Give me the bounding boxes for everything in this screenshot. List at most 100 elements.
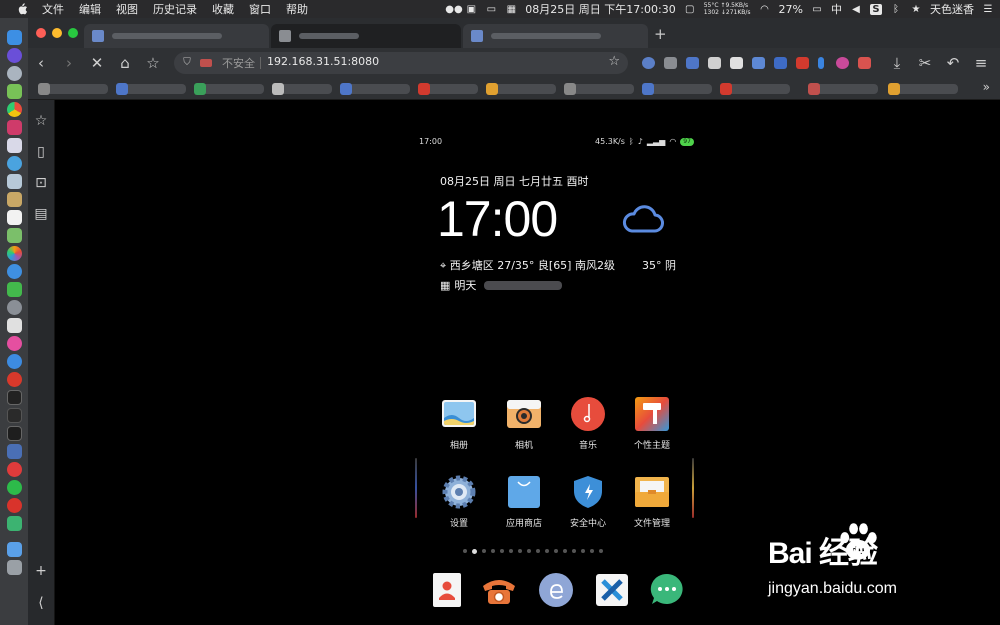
yandex-icon[interactable] xyxy=(6,462,22,477)
bookmarks-more-button[interactable]: » xyxy=(983,80,990,94)
app-gallery[interactable]: 相册 xyxy=(429,396,489,462)
screenshot-icon[interactable]: ⊡ xyxy=(32,174,50,192)
calendar-icon[interactable]: ▦ xyxy=(505,4,517,15)
page-dot[interactable] xyxy=(518,549,522,553)
bookmark-item[interactable] xyxy=(808,83,878,95)
wechat-work-icon[interactable] xyxy=(6,516,22,531)
page-dot[interactable] xyxy=(563,549,567,553)
monitor-icon[interactable]: ▢ xyxy=(684,4,696,15)
terminal-icon[interactable] xyxy=(6,390,22,405)
page-dot[interactable] xyxy=(500,549,504,553)
star-icon[interactable]: ★ xyxy=(910,4,922,15)
extension-2-icon[interactable] xyxy=(664,57,677,69)
settings-app-icon[interactable] xyxy=(6,300,22,315)
collapse-panel-icon[interactable]: ⟨ xyxy=(32,594,50,612)
menu-history[interactable]: 历史记录 xyxy=(153,1,197,17)
close-window-button[interactable] xyxy=(36,28,46,38)
page-dot[interactable] xyxy=(581,549,585,553)
launchpad-icon[interactable] xyxy=(6,66,22,81)
volume-icon[interactable]: ◀ xyxy=(850,4,862,15)
bluetooth-icon[interactable]: ᛒ xyxy=(890,4,902,15)
display-icon[interactable]: ▭ xyxy=(485,4,497,15)
bookmark-item[interactable] xyxy=(194,83,264,95)
clock-widget[interactable]: 17:00 xyxy=(437,190,558,248)
extension-5-icon[interactable] xyxy=(730,57,743,69)
menu-help[interactable]: 帮助 xyxy=(286,1,308,17)
page-dot[interactable] xyxy=(599,549,603,553)
vivaldi-icon[interactable] xyxy=(6,372,22,387)
page-dot-active[interactable] xyxy=(472,548,477,554)
tracker-icon[interactable] xyxy=(200,59,212,67)
facetime-icon[interactable] xyxy=(6,282,22,297)
page-dot[interactable] xyxy=(554,549,558,553)
notification-icon[interactable]: ▣ xyxy=(465,4,477,15)
weibo-icon[interactable] xyxy=(6,498,22,513)
app-store[interactable]: 应用商店 xyxy=(494,474,554,540)
bookmark-item[interactable] xyxy=(418,83,478,95)
extension-10-icon[interactable] xyxy=(836,57,849,69)
system-monitor[interactable]: 55°C ↑9.5KB/s 1302 ↓271KB/s xyxy=(704,2,751,16)
xiaomi-service-icon[interactable] xyxy=(594,572,630,608)
extension-4-icon[interactable] xyxy=(708,57,721,69)
page-dot[interactable] xyxy=(545,549,549,553)
page-dot[interactable] xyxy=(527,549,531,553)
page-dot[interactable] xyxy=(590,549,594,553)
messages-app-icon[interactable] xyxy=(6,264,22,279)
battery-icon[interactable]: ▭ xyxy=(811,4,823,15)
page-dot[interactable] xyxy=(536,549,540,553)
vpn-icon[interactable] xyxy=(6,444,22,459)
menu-edit[interactable]: 编辑 xyxy=(79,1,101,17)
battery-percent[interactable]: 27% xyxy=(779,3,803,16)
phone-icon[interactable] xyxy=(481,572,517,608)
wechat-icon[interactable] xyxy=(6,480,22,495)
maximize-window-button[interactable] xyxy=(68,28,78,38)
date-line[interactable]: 08月25日 周日 七月廿五 酉时 xyxy=(440,173,588,189)
cloud-icon[interactable] xyxy=(620,204,666,236)
not-secure-label[interactable]: 不安全 xyxy=(222,55,255,71)
extension-1-icon[interactable] xyxy=(642,57,655,69)
itunes-icon[interactable] xyxy=(6,336,22,351)
finder-icon[interactable] xyxy=(6,30,22,45)
new-tab-button[interactable]: + xyxy=(654,25,667,43)
mail-icon[interactable] xyxy=(6,120,22,135)
wifi-icon[interactable]: ◠ xyxy=(759,4,771,15)
activity-monitor-icon[interactable] xyxy=(6,408,22,423)
weather-location-line[interactable]: ⌖ 西乡塘区 27/35° 良[65] 南风2级 xyxy=(440,257,615,273)
bookmark-item[interactable] xyxy=(720,83,790,95)
android-icon[interactable] xyxy=(6,84,22,99)
maps-icon[interactable] xyxy=(6,228,22,243)
tomorrow-forecast[interactable]: ▦ 明天 xyxy=(440,277,563,293)
siri-icon[interactable] xyxy=(6,48,22,63)
notes-panel-icon[interactable]: ▤ xyxy=(32,205,50,223)
app-security-center[interactable]: 安全中心 xyxy=(558,474,618,540)
photos-icon[interactable] xyxy=(6,138,22,153)
current-temperature[interactable]: 35° 阴 xyxy=(642,257,676,273)
folder-icon[interactable] xyxy=(6,542,22,557)
photo-booth-icon[interactable] xyxy=(6,246,22,261)
contacts-icon[interactable] xyxy=(430,572,466,608)
menu-icon[interactable]: ≡ xyxy=(972,54,990,72)
page-dot[interactable] xyxy=(463,549,467,553)
forward-icon[interactable]: › xyxy=(60,54,78,72)
tab-2[interactable] xyxy=(271,24,461,48)
extension-3-icon[interactable] xyxy=(686,57,699,69)
safari-icon[interactable] xyxy=(6,156,22,171)
address-bar[interactable]: ⛉ 不安全 192.168.31.51:8080 ☆ xyxy=(174,52,628,74)
menu-file[interactable]: 文件 xyxy=(42,1,64,17)
page-indicator[interactable] xyxy=(463,548,603,554)
favorites-icon[interactable]: ☆ xyxy=(32,112,50,130)
bookmark-star-icon[interactable]: ☆ xyxy=(144,54,162,72)
app-music[interactable]: 音乐 xyxy=(558,396,618,462)
page-dot[interactable] xyxy=(509,549,513,553)
input-method-indicator[interactable]: 中 xyxy=(831,1,842,17)
dots-icon[interactable]: ●● xyxy=(445,4,462,15)
menu-window[interactable]: 窗口 xyxy=(249,1,271,17)
app-store-mac-icon[interactable] xyxy=(6,354,22,369)
menubar-username[interactable]: 天色迷香 xyxy=(930,1,974,17)
preview-icon[interactable] xyxy=(6,174,22,189)
page-dot[interactable] xyxy=(482,549,486,553)
add-panel-icon[interactable]: + xyxy=(32,562,50,580)
bookmark-item[interactable] xyxy=(486,83,556,95)
chrome-icon[interactable] xyxy=(6,102,22,117)
tab-1[interactable] xyxy=(84,24,269,48)
